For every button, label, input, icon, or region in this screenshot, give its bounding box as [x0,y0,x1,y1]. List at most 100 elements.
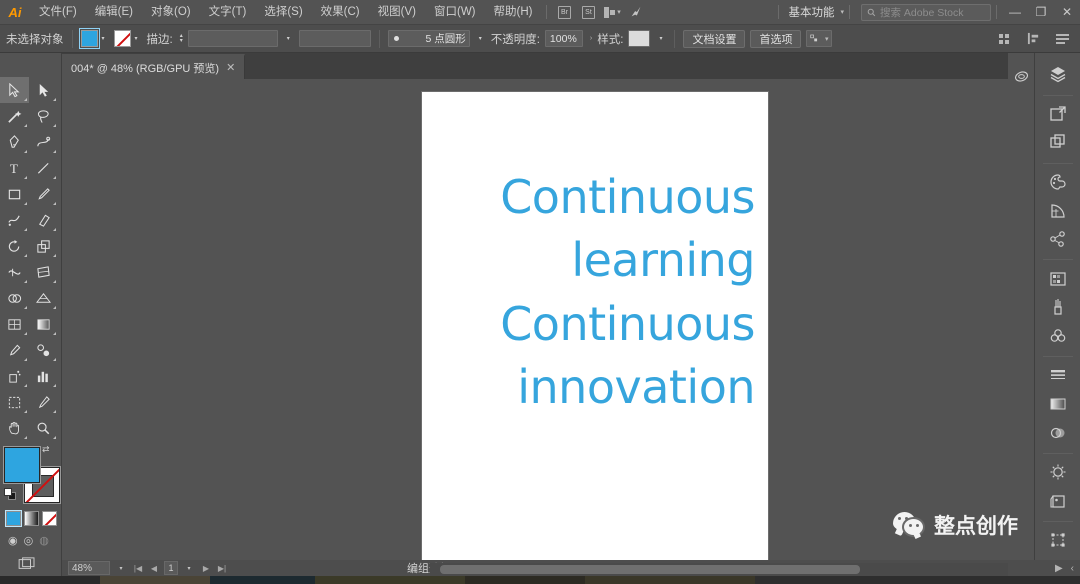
document-tab[interactable]: 004* @ 48% (RGB/GPU 预览) ✕ [62,54,246,79]
arrange-documents-icon[interactable]: ▾ [600,0,624,25]
transform-panel-icon[interactable] [1043,527,1073,554]
shape-builder-tool[interactable] [0,285,29,311]
chevron-down-icon[interactable]: ▾ [98,30,109,47]
next-artboard-icon[interactable]: ▶ [200,564,212,573]
menu-effect[interactable]: 效果(C) [312,0,369,25]
appearance-panel-icon[interactable] [1043,459,1073,486]
stroke-weight-stepper[interactable]: ▴ ▾ [180,33,183,44]
stroke-weight-field[interactable] [187,30,278,47]
fill-stroke-control[interactable]: ⇄ [4,444,60,503]
stroke-panel-icon[interactable] [1043,362,1073,389]
cc-libraries-icon[interactable] [1008,61,1034,91]
first-artboard-icon[interactable]: |◀ [132,564,144,573]
artboard[interactable]: Continuous learning Continuous innovatio… [422,92,768,563]
menu-select[interactable]: 选择(S) [255,0,311,25]
brush-definition-dropdown[interactable]: 5 点圆形 [387,30,470,47]
minimize-button[interactable]: — [1002,0,1028,25]
stock-icon[interactable]: St [576,0,600,25]
draw-inside-icon[interactable]: ◍ [39,534,49,547]
menu-edit[interactable]: 编辑(E) [86,0,142,25]
swatches-panel-icon[interactable] [1043,265,1073,292]
close-icon[interactable]: ✕ [226,61,235,74]
blend-tool[interactable] [29,337,58,363]
brushes-panel-icon[interactable] [1043,294,1073,321]
default-fill-stroke-icon[interactable] [4,488,17,501]
transparency-panel-icon[interactable] [1043,419,1073,446]
menu-view[interactable]: 视图(V) [369,0,425,25]
lasso-tool[interactable] [29,103,58,129]
paintbrush-tool[interactable] [29,181,58,207]
magic-wand-tool[interactable] [0,103,29,129]
type-tool[interactable]: T [0,155,29,181]
shaper-tool[interactable] [0,207,29,233]
distribute-icon[interactable] [1021,26,1045,51]
restore-button[interactable]: ❐ [1028,0,1054,25]
gradient-tool[interactable] [29,311,58,337]
close-button[interactable]: ✕ [1054,0,1080,25]
workspace-switcher[interactable]: 基本功能 [784,4,838,20]
mesh-tool[interactable] [0,311,29,337]
color-guide-panel-icon[interactable] [1043,197,1073,224]
line-segment-tool[interactable] [29,155,58,181]
stroke-swatch-group[interactable]: ▾ [113,30,142,47]
graphic-style-swatch[interactable] [628,30,651,47]
status-expand-icon[interactable]: ▶ [1055,563,1063,574]
direct-selection-tool[interactable] [29,77,58,103]
symbol-sprayer-tool[interactable] [0,363,29,389]
graphic-styles-panel-icon[interactable] [1043,323,1073,350]
color-panel-icon[interactable] [1043,169,1073,196]
gradient-mode-button[interactable] [24,511,39,526]
chevron-down-icon[interactable]: ▾ [840,8,844,16]
slice-tool[interactable] [29,389,58,415]
swap-fill-stroke-icon[interactable]: ⇄ [42,444,56,458]
select-similar-dropdown[interactable]: ▾ [806,30,833,47]
hand-tool[interactable] [0,415,29,441]
chevron-down-icon[interactable]: ▾ [655,30,666,47]
scale-tool[interactable] [29,233,58,259]
align-grid-icon[interactable] [992,26,1016,51]
screen-mode-button[interactable] [18,557,61,574]
color-mode-button[interactable] [5,510,22,527]
stock-search-box[interactable]: 搜索 Adobe Stock [861,3,991,21]
draw-normal-icon[interactable]: ◉ [8,534,18,547]
links-panel-icon[interactable] [1043,487,1073,514]
bridge-icon[interactable]: Br [552,0,576,25]
rectangle-tool[interactable] [0,181,29,207]
zoom-tool[interactable] [29,415,58,441]
layers-panel-icon[interactable] [1043,61,1073,88]
artboard-text-block[interactable]: Continuous learning Continuous innovatio… [422,166,768,420]
document-setup-button[interactable]: 文档设置 [683,29,746,48]
none-mode-button[interactable] [42,511,57,526]
menu-file[interactable]: 文件(F) [30,0,86,25]
stock-rocket-icon[interactable] [624,0,648,25]
artboards-panel-icon[interactable] [1043,129,1073,156]
eraser-tool[interactable] [29,207,58,233]
fill-color-swatch[interactable] [78,28,100,49]
rotate-tool[interactable] [0,233,29,259]
stroke-color-swatch[interactable] [113,30,131,47]
curvature-tool[interactable] [29,129,58,155]
chevron-down-icon[interactable]: ▾ [131,30,142,47]
status-options-icon[interactable]: ‹ [1071,563,1074,574]
fill-swatch-group[interactable]: ▾ [78,28,109,49]
menu-window[interactable]: 窗口(W) [425,0,485,25]
menu-help[interactable]: 帮助(H) [485,0,542,25]
chevron-down-icon[interactable]: ▾ [114,565,128,572]
eyedropper-tool[interactable] [0,337,29,363]
chevron-down-icon[interactable]: ▾ [182,565,196,572]
artboard-number-field[interactable]: 1 [164,561,178,575]
menu-type[interactable]: 文字(T) [200,0,256,25]
preferences-button[interactable]: 首选项 [750,29,802,48]
symbols-panel-icon[interactable] [1043,226,1073,253]
draw-behind-icon[interactable]: ◎ [24,534,34,547]
horizontal-scroll-thumb[interactable] [440,565,860,574]
opacity-field[interactable]: 100% [544,30,583,47]
chevron-down-icon[interactable]: ▾ [283,30,294,47]
pen-tool[interactable] [0,129,29,155]
last-artboard-icon[interactable]: ▶| [216,564,228,573]
artboard-tool[interactable] [0,389,29,415]
prev-artboard-icon[interactable]: ◀ [148,564,160,573]
chevron-down-icon[interactable]: ▾ [475,30,486,47]
free-transform-tool[interactable] [29,259,58,285]
column-graph-tool[interactable] [29,363,58,389]
